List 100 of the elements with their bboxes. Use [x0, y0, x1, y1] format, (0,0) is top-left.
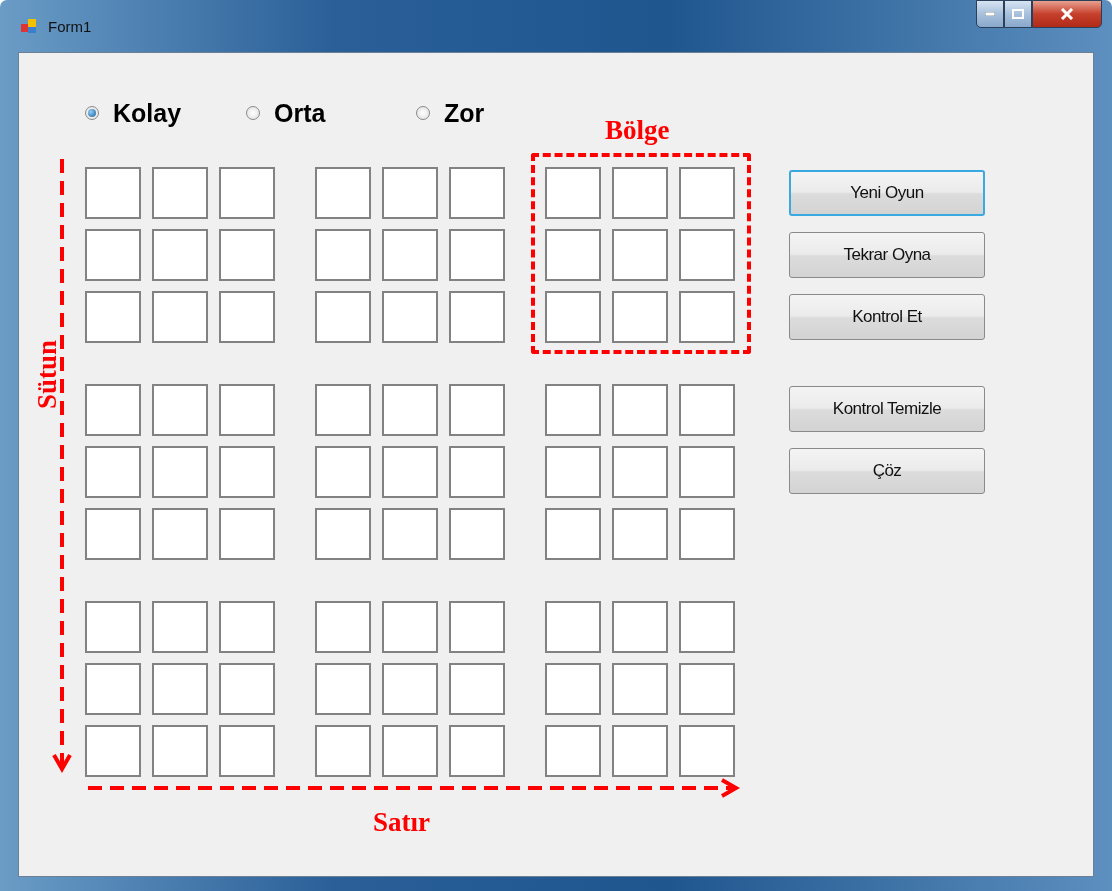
- sudoku-cell[interactable]: [449, 446, 505, 498]
- sudoku-cell[interactable]: [449, 601, 505, 653]
- sudoku-cell[interactable]: [382, 508, 438, 560]
- sudoku-cell[interactable]: [85, 725, 141, 777]
- sudoku-cell[interactable]: [612, 508, 668, 560]
- sudoku-cell[interactable]: [545, 229, 601, 281]
- sudoku-cell[interactable]: [315, 229, 371, 281]
- sudoku-cell[interactable]: [85, 291, 141, 343]
- sudoku-cell[interactable]: [85, 446, 141, 498]
- sudoku-cell[interactable]: [382, 229, 438, 281]
- sudoku-cell[interactable]: [449, 167, 505, 219]
- sudoku-cell[interactable]: [85, 229, 141, 281]
- action-button[interactable]: Yeni Oyun: [789, 170, 985, 216]
- sudoku-cell[interactable]: [679, 508, 735, 560]
- sudoku-cell[interactable]: [315, 508, 371, 560]
- radio-label: Orta: [274, 98, 326, 128]
- sudoku-cell[interactable]: [679, 663, 735, 715]
- sudoku-cell[interactable]: [85, 508, 141, 560]
- sudoku-cell[interactable]: [545, 725, 601, 777]
- sudoku-cell[interactable]: [152, 725, 208, 777]
- sudoku-cell[interactable]: [612, 167, 668, 219]
- row-label: Satır: [373, 807, 430, 838]
- sudoku-cell[interactable]: [449, 725, 505, 777]
- sudoku-cell[interactable]: [85, 601, 141, 653]
- action-button[interactable]: Kontrol Temizle: [789, 386, 985, 432]
- close-button[interactable]: [1032, 0, 1102, 28]
- sudoku-cell[interactable]: [219, 446, 275, 498]
- sudoku-cell[interactable]: [612, 229, 668, 281]
- sudoku-cell[interactable]: [315, 291, 371, 343]
- sudoku-cell[interactable]: [219, 601, 275, 653]
- difficulty-radio[interactable]: Zor: [416, 98, 536, 128]
- sudoku-cell[interactable]: [545, 508, 601, 560]
- sudoku-cell[interactable]: [612, 601, 668, 653]
- sudoku-cell[interactable]: [315, 601, 371, 653]
- sudoku-cell[interactable]: [85, 384, 141, 436]
- sudoku-cell[interactable]: [679, 725, 735, 777]
- sudoku-cell[interactable]: [315, 725, 371, 777]
- action-button[interactable]: Çöz: [789, 448, 985, 494]
- sudoku-cell[interactable]: [679, 446, 735, 498]
- sudoku-cell[interactable]: [382, 384, 438, 436]
- sudoku-cell[interactable]: [679, 291, 735, 343]
- sudoku-cell[interactable]: [219, 663, 275, 715]
- sudoku-cell[interactable]: [219, 291, 275, 343]
- sudoku-cell[interactable]: [545, 601, 601, 653]
- sudoku-cell[interactable]: [545, 291, 601, 343]
- sudoku-cell[interactable]: [679, 601, 735, 653]
- sudoku-cell[interactable]: [382, 601, 438, 653]
- sudoku-cell[interactable]: [382, 663, 438, 715]
- column-label: Sütun: [32, 339, 64, 410]
- sudoku-cell[interactable]: [152, 663, 208, 715]
- close-icon: [1060, 8, 1074, 20]
- sudoku-cell[interactable]: [315, 663, 371, 715]
- sudoku-cell[interactable]: [85, 663, 141, 715]
- sudoku-cell[interactable]: [152, 601, 208, 653]
- sudoku-cell[interactable]: [382, 291, 438, 343]
- difficulty-radio[interactable]: Orta: [246, 98, 416, 128]
- sudoku-cell[interactable]: [152, 446, 208, 498]
- sudoku-cell[interactable]: [545, 167, 601, 219]
- sudoku-cell[interactable]: [612, 446, 668, 498]
- sudoku-cell[interactable]: [382, 167, 438, 219]
- sudoku-cell[interactable]: [545, 663, 601, 715]
- sudoku-cell[interactable]: [315, 167, 371, 219]
- sudoku-cell[interactable]: [545, 446, 601, 498]
- sudoku-cell[interactable]: [449, 291, 505, 343]
- sudoku-cell[interactable]: [449, 508, 505, 560]
- sudoku-cell[interactable]: [612, 725, 668, 777]
- sudoku-cell[interactable]: [219, 167, 275, 219]
- sudoku-cell[interactable]: [85, 167, 141, 219]
- action-button[interactable]: Kontrol Et: [789, 294, 985, 340]
- maximize-button[interactable]: [1004, 0, 1032, 28]
- app-icon: [20, 17, 38, 35]
- sudoku-cell[interactable]: [219, 229, 275, 281]
- sudoku-cell[interactable]: [612, 663, 668, 715]
- difficulty-radio[interactable]: Kolay: [85, 98, 246, 128]
- sudoku-cell[interactable]: [219, 725, 275, 777]
- sudoku-cell[interactable]: [449, 663, 505, 715]
- sudoku-cell[interactable]: [612, 291, 668, 343]
- minimize-button[interactable]: [976, 0, 1004, 28]
- sudoku-cell[interactable]: [152, 229, 208, 281]
- sudoku-cell[interactable]: [449, 229, 505, 281]
- sudoku-cell[interactable]: [315, 446, 371, 498]
- sudoku-cell[interactable]: [679, 384, 735, 436]
- sudoku-cell[interactable]: [679, 229, 735, 281]
- sudoku-cell[interactable]: [382, 446, 438, 498]
- sudoku-cell[interactable]: [679, 167, 735, 219]
- sudoku-cell[interactable]: [382, 725, 438, 777]
- sudoku-cell[interactable]: [315, 384, 371, 436]
- minimize-icon: [985, 12, 995, 16]
- sudoku-cell[interactable]: [219, 508, 275, 560]
- sudoku-cell[interactable]: [152, 291, 208, 343]
- sudoku-cell[interactable]: [612, 384, 668, 436]
- action-button[interactable]: Tekrar Oyna: [789, 232, 985, 278]
- region-label: Bölge: [605, 115, 670, 146]
- sudoku-cell[interactable]: [152, 167, 208, 219]
- sudoku-cell[interactable]: [152, 384, 208, 436]
- sudoku-cell[interactable]: [545, 384, 601, 436]
- radio-label: Kolay: [113, 98, 182, 128]
- sudoku-cell[interactable]: [152, 508, 208, 560]
- sudoku-cell[interactable]: [219, 384, 275, 436]
- sudoku-cell[interactable]: [449, 384, 505, 436]
